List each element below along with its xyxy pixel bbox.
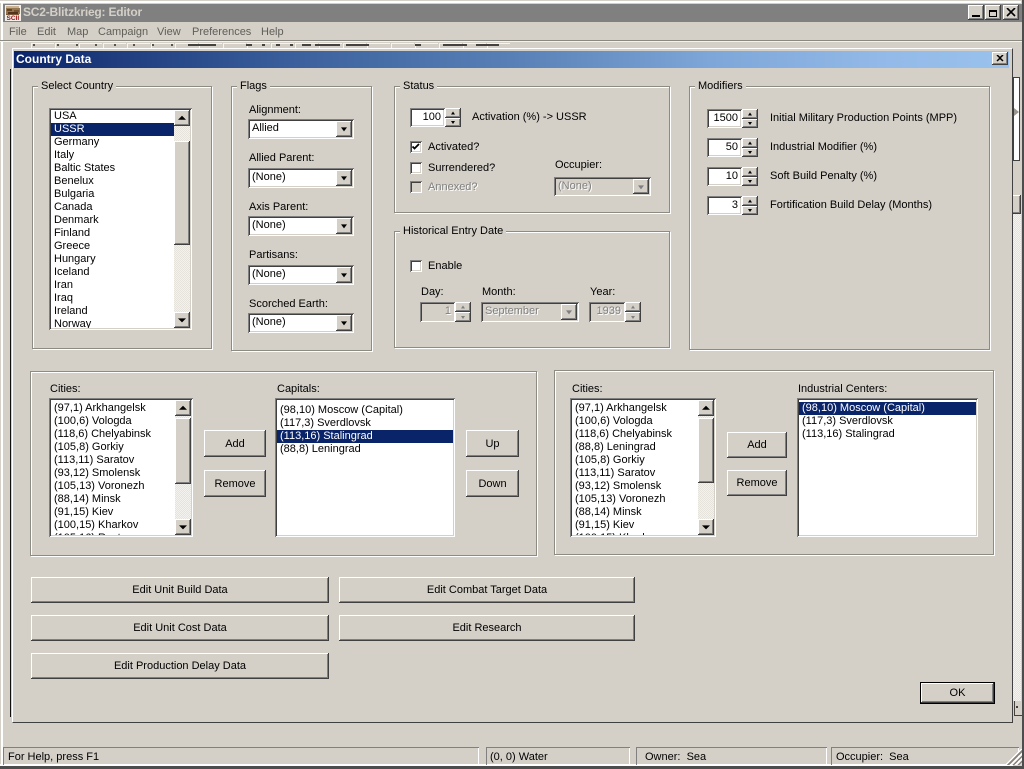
svg-text:SCII: SCII [7, 15, 20, 21]
